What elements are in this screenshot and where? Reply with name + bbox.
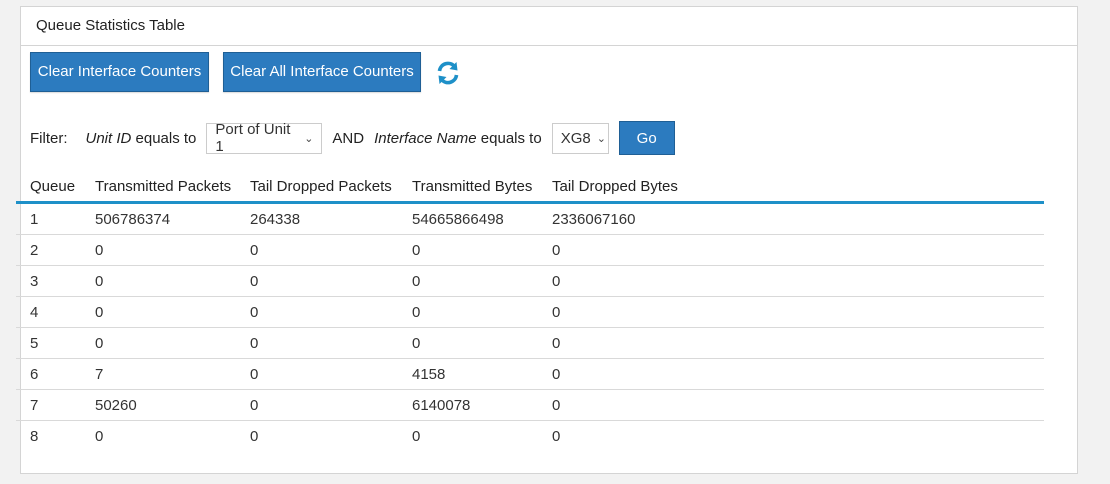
header-transmitted-bytes: Transmitted Bytes (398, 171, 538, 204)
cell-transmitted-packets: 7 (81, 358, 236, 390)
clear-all-interface-counters-button[interactable]: Clear All Interface Counters (223, 52, 421, 92)
cell-tail-dropped-packets: 0 (236, 358, 398, 390)
chevron-down-icon: ⌄ (596, 132, 606, 145)
cell-queue: 2 (16, 234, 81, 266)
cell-tail-dropped-packets: 0 (236, 327, 398, 359)
cell-queue: 3 (16, 265, 81, 297)
cell-transmitted-bytes: 0 (398, 265, 538, 297)
cell-tail-dropped-packets: 0 (250, 427, 259, 445)
cell-tail-dropped-bytes: 0 (538, 296, 1044, 328)
table-row: 8 0 0 0 0 (16, 421, 1044, 452)
cell-transmitted-bytes: 54665866498 (398, 202, 538, 235)
cell-tail-dropped-packets: 0 (236, 265, 398, 297)
cell-queue: 8 (30, 427, 39, 445)
cell-tail-dropped-bytes: 0 (538, 358, 1044, 390)
cell-tail-dropped-packets: 0 (236, 389, 398, 421)
cell-transmitted-bytes: 0 (412, 427, 421, 445)
unit-equals-label: equals to (135, 129, 197, 147)
cell-tail-dropped-bytes: 0 (538, 265, 1044, 297)
cell-transmitted-bytes: 4158 (398, 358, 538, 390)
table-header-row: Queue Transmitted Packets Tail Dropped P… (16, 171, 1044, 204)
unit-id-label: Unit ID (85, 129, 132, 147)
interface-name-select[interactable]: XG8 ⌄ (551, 122, 609, 154)
table-row: 2 0 0 0 0 (16, 234, 1044, 266)
interface-name-label: Interface Name (374, 129, 477, 147)
header-transmitted-packets: Transmitted Packets (81, 171, 236, 204)
cell-queue: 4 (16, 296, 81, 328)
queue-statistics-table: Queue Transmitted Packets Tail Dropped P… (16, 171, 1044, 451)
unit-id-select-value: Port of Unit 1 (215, 121, 291, 155)
cell-transmitted-packets: 50260 (81, 389, 236, 421)
header-queue: Queue (16, 171, 81, 204)
cell-transmitted-packets: 0 (81, 234, 236, 266)
cell-tail-dropped-packets: 0 (236, 296, 398, 328)
unit-id-select[interactable]: Port of Unit 1 ⌄ (206, 121, 323, 155)
interface-name-select-value: XG8 (560, 129, 591, 147)
table-row: 6 7 0 4158 0 (16, 358, 1044, 390)
table-row: 5 0 0 0 0 (16, 327, 1044, 359)
cell-queue: 1 (16, 202, 81, 235)
cell-transmitted-packets: 506786374 (81, 202, 236, 235)
cell-transmitted-packets: 0 (81, 296, 236, 328)
cell-transmitted-packets: 0 (95, 427, 104, 445)
interface-equals-label: equals to (480, 129, 542, 147)
cell-tail-dropped-packets: 264338 (236, 202, 398, 235)
cell-transmitted-bytes: 6140078 (398, 389, 538, 421)
cell-tail-dropped-bytes: 2336067160 (538, 202, 1044, 235)
filter-label: Filter: (30, 129, 68, 147)
cell-transmitted-packets: 0 (81, 265, 236, 297)
refresh-icon[interactable] (435, 60, 461, 86)
cell-tail-dropped-packets: 0 (236, 234, 398, 266)
cell-tail-dropped-bytes: 0 (538, 389, 1044, 421)
cell-transmitted-packets: 0 (81, 327, 236, 359)
cell-transmitted-bytes: 0 (398, 234, 538, 266)
cell-tail-dropped-bytes: 0 (538, 327, 1044, 359)
table-row: 1 506786374 264338 54665866498 233606716… (16, 202, 1044, 235)
header-tail-dropped-packets: Tail Dropped Packets (236, 171, 398, 204)
filter-row: Filter: Unit ID equals to Port of Unit 1… (30, 121, 675, 155)
cell-transmitted-bytes: 0 (398, 296, 538, 328)
and-label: AND (332, 129, 365, 147)
cell-queue: 7 (16, 389, 81, 421)
panel-title: Queue Statistics Table (21, 7, 1077, 46)
table-row: 7 50260 0 6140078 0 (16, 389, 1044, 421)
cell-transmitted-bytes: 0 (398, 327, 538, 359)
cell-queue: 5 (16, 327, 81, 359)
cell-tail-dropped-bytes: 0 (538, 234, 1044, 266)
table-row: 4 0 0 0 0 (16, 296, 1044, 328)
clear-interface-counters-button[interactable]: Clear Interface Counters (30, 52, 209, 92)
cell-tail-dropped-bytes: 0 (552, 427, 561, 445)
table-row: 3 0 0 0 0 (16, 265, 1044, 297)
chevron-down-icon: ⌄ (304, 132, 314, 145)
cell-queue: 6 (16, 358, 81, 390)
go-button[interactable]: Go (618, 121, 675, 155)
header-tail-dropped-bytes: Tail Dropped Bytes (538, 171, 1044, 204)
